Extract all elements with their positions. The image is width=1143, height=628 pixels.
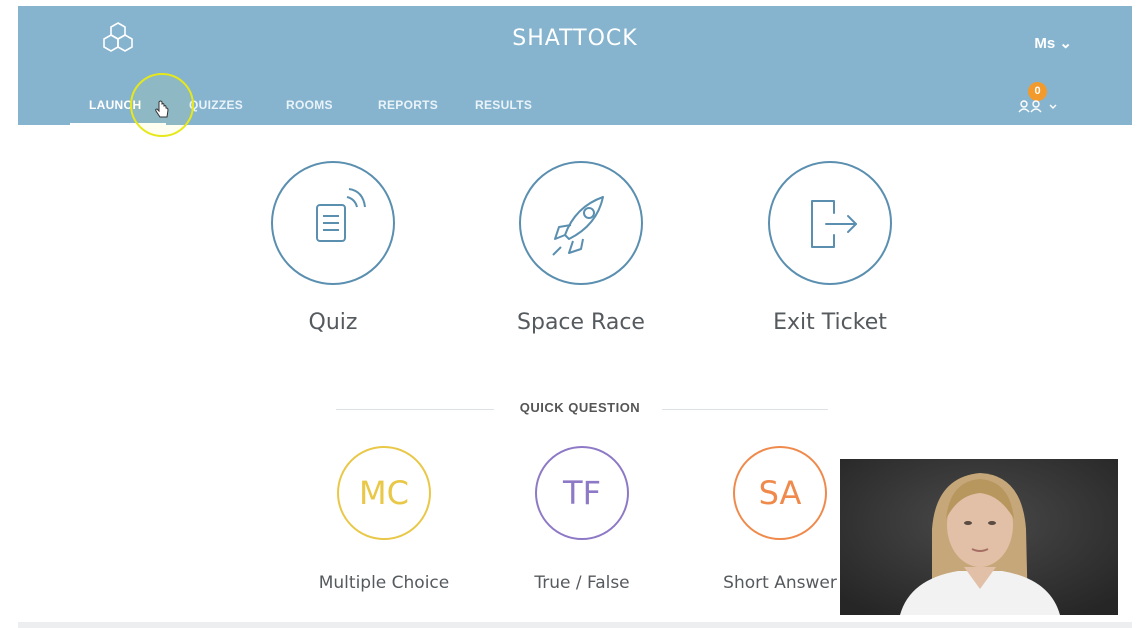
mc-circle: MC <box>337 446 431 540</box>
activity-label: Quiz <box>308 310 358 335</box>
qq-label: True / False <box>534 573 630 593</box>
exit-icon <box>811 200 857 248</box>
rocket-icon <box>552 196 604 256</box>
qq-multiple-choice[interactable]: MC Multiple Choice <box>299 446 469 593</box>
students-icon <box>1018 100 1057 113</box>
students-menu[interactable]: 0 <box>1014 82 1062 114</box>
brand-title: SHATTOCK <box>512 26 638 51</box>
hand-cursor-icon <box>155 100 169 118</box>
activity-quiz[interactable]: Quiz <box>233 161 433 335</box>
tf-circle: TF <box>535 446 629 540</box>
quiz-circle <box>271 161 395 285</box>
quick-question-title: QUICK QUESTION <box>519 400 641 415</box>
tab-rooms[interactable]: ROOMS <box>286 98 333 112</box>
activity-label: Exit Ticket <box>773 310 887 335</box>
qq-label: Multiple Choice <box>318 573 450 593</box>
user-menu[interactable]: Ms ⌄ <box>1034 34 1072 52</box>
activity-label: Space Race <box>517 310 645 335</box>
tab-reports[interactable]: REPORTS <box>378 98 438 112</box>
tab-quizzes[interactable]: QUIZZES <box>189 98 243 112</box>
user-label: Ms <box>1034 35 1056 52</box>
exit-ticket-circle <box>768 161 892 285</box>
activity-space-race[interactable]: Space Race <box>481 161 681 335</box>
activity-exit-ticket[interactable]: Exit Ticket <box>730 161 930 335</box>
footer-divider <box>18 622 1132 628</box>
presenter-webcam <box>840 459 1118 615</box>
tab-results[interactable]: RESULTS <box>475 98 532 112</box>
chevron-down-icon: ⌄ <box>1059 35 1072 52</box>
space-race-circle <box>519 161 643 285</box>
qq-true-false[interactable]: TF True / False <box>497 446 667 593</box>
presenter-image <box>840 459 1118 615</box>
sa-circle: SA <box>733 446 827 540</box>
quiz-icon <box>316 188 366 242</box>
